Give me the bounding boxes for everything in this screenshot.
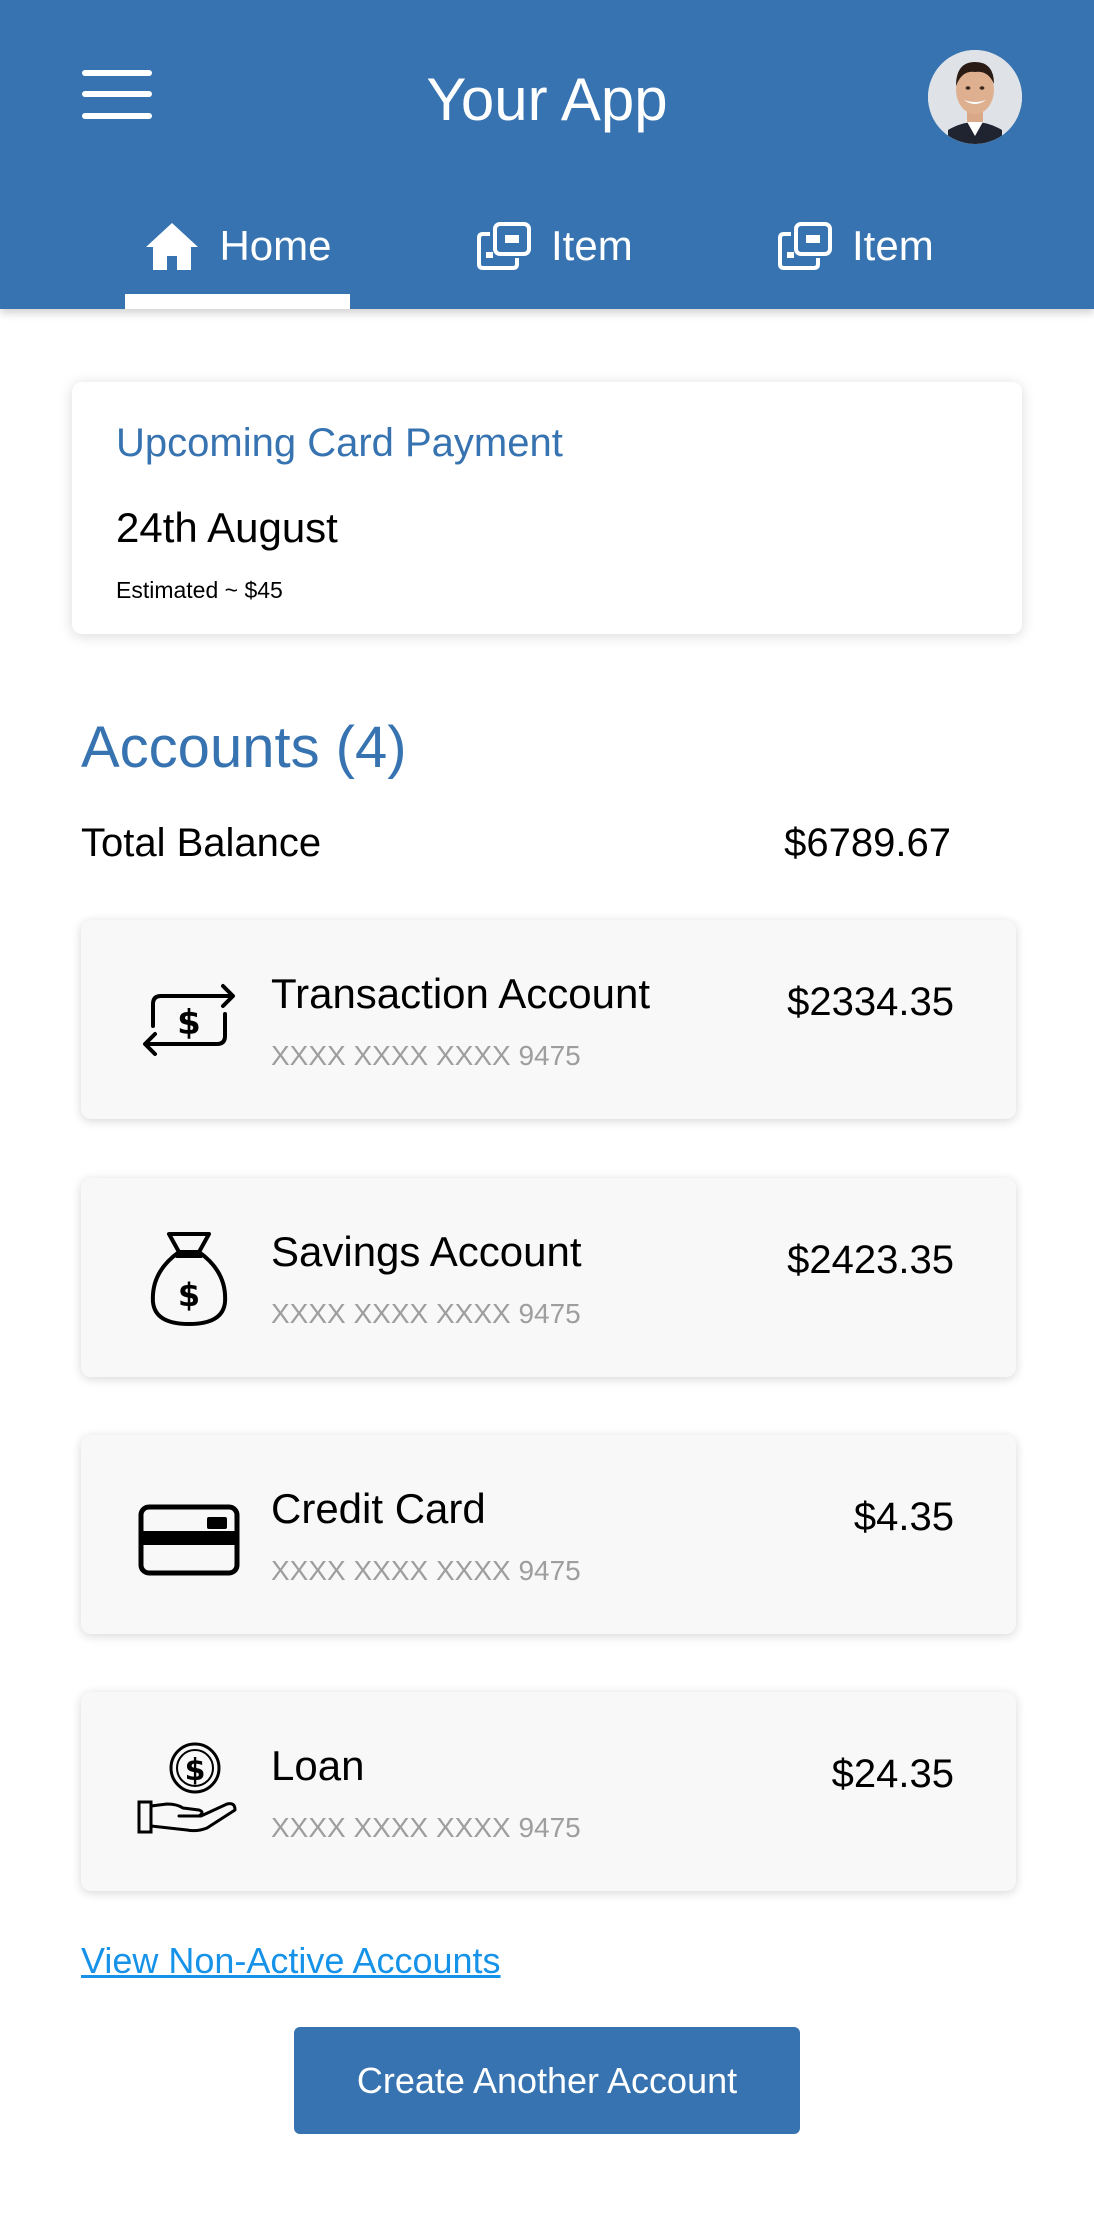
account-card-loan[interactable]: $ Loan XXXX XXXX XXXX 9475 $24.35 xyxy=(81,1692,1016,1891)
account-name: Transaction Account xyxy=(271,970,650,1017)
account-number: XXXX XXXX XXXX 9475 xyxy=(271,1040,581,1071)
money-transfer-icon: $ xyxy=(143,984,235,1056)
payment-estimate: Estimated ~ $45 xyxy=(116,577,283,603)
account-balance: $4.35 xyxy=(853,1495,954,1539)
account-card-savings[interactable]: $ Savings Account XXXX XXXX XXXX 9475 $2… xyxy=(81,1178,1016,1377)
tab-label: Home xyxy=(219,222,332,269)
total-balance-label: Total Balance xyxy=(81,821,322,865)
account-name: Savings Account xyxy=(271,1228,582,1275)
svg-text:$: $ xyxy=(177,1003,201,1043)
loan-hand-coin-icon: $ xyxy=(137,1742,237,1834)
app-header: Your App Home Item Item xyxy=(0,0,1094,309)
create-another-account-button[interactable]: Create Another Account xyxy=(294,2027,800,2134)
tab-item[interactable]: Item xyxy=(776,210,934,309)
total-balance-value: $6789.67 xyxy=(784,821,951,865)
tab-label: Item xyxy=(551,222,633,269)
home-icon xyxy=(146,223,199,270)
view-non-active-accounts-link[interactable]: View Non-Active Accounts xyxy=(81,1937,501,1985)
account-card-transaction[interactable]: $ Transaction Account XXXX XXXX XXXX 947… xyxy=(81,920,1016,1119)
accounts-heading: Accounts (4) xyxy=(81,715,407,780)
avatar-photo xyxy=(928,50,1022,144)
account-name: Loan xyxy=(271,1742,365,1789)
account-balance: $24.35 xyxy=(831,1752,954,1796)
item-icon xyxy=(778,222,832,270)
account-name: Credit Card xyxy=(271,1485,486,1532)
svg-text:$: $ xyxy=(178,1276,200,1314)
account-number: XXXX XXXX XXXX 9475 xyxy=(271,1555,581,1586)
active-tab-indicator xyxy=(125,294,350,309)
upcoming-payment-card[interactable]: Upcoming Card Payment 24th August Estima… xyxy=(72,382,1022,634)
svg-text:$: $ xyxy=(185,1753,206,1788)
account-balance: $2423.35 xyxy=(787,1238,954,1282)
account-balance: $2334.35 xyxy=(787,980,954,1024)
tab-label: Item xyxy=(852,222,934,269)
account-number: XXXX XXXX XXXX 9475 xyxy=(271,1298,581,1329)
payment-date: 24th August xyxy=(116,504,338,551)
account-number: XXXX XXXX XXXX 9475 xyxy=(271,1812,581,1843)
account-card-credit[interactable]: Credit Card XXXX XXXX XXXX 9475 $4.35 xyxy=(81,1435,1016,1634)
credit-card-icon xyxy=(138,1504,240,1576)
money-bag-icon: $ xyxy=(150,1232,228,1326)
item-icon xyxy=(477,222,531,270)
tab-item[interactable]: Item xyxy=(475,210,633,309)
user-avatar[interactable] xyxy=(928,50,1022,144)
payment-card-title: Upcoming Card Payment xyxy=(116,421,563,465)
